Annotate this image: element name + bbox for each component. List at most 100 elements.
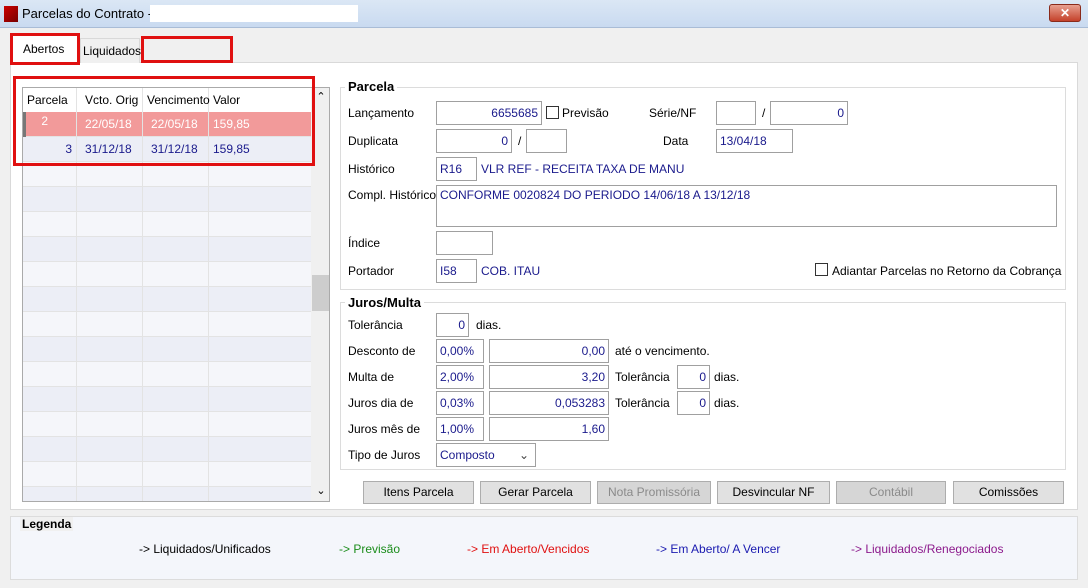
desconto-label: Desconto de — [348, 344, 416, 358]
juros-mes-pct-input[interactable]: 1,00% — [436, 417, 484, 441]
empty-cell — [209, 212, 311, 237]
nota-promissoria-button[interactable]: Nota Promissória — [597, 481, 711, 504]
empty-row — [23, 212, 311, 237]
empty-cell — [143, 312, 209, 337]
gerar-parcela-button[interactable]: Gerar Parcela — [480, 481, 591, 504]
contabil-button[interactable]: Contábil — [836, 481, 946, 504]
empty-cell — [209, 237, 311, 262]
empty-cell — [77, 337, 143, 362]
empty-cell — [77, 262, 143, 287]
empty-row — [23, 237, 311, 262]
tab-redacted[interactable] — [141, 36, 233, 63]
empty-cell — [143, 387, 209, 412]
juros-tolerancia-input[interactable]: 0 — [677, 391, 710, 415]
empty-row — [23, 387, 311, 412]
empty-cell — [23, 237, 77, 262]
close-button[interactable]: ✕ — [1049, 4, 1081, 22]
data-label: Data — [663, 134, 689, 148]
nf-input[interactable]: 0 — [770, 101, 848, 125]
tipo-juros-select[interactable]: Composto ⌄ — [436, 443, 536, 467]
adiantar-checkbox[interactable] — [815, 263, 828, 276]
duplicata-label: Duplicata — [348, 134, 399, 148]
duplicata2-input[interactable] — [526, 129, 567, 153]
empty-cell — [23, 437, 77, 462]
indice-input[interactable] — [436, 231, 493, 255]
empty-cell — [209, 312, 311, 337]
juros-dia-val-input[interactable]: 0,053283 — [489, 391, 609, 415]
juros-title: Juros/Multa — [345, 295, 424, 310]
itens-parcela-button[interactable]: Itens Parcela — [363, 481, 474, 504]
empty-cell — [143, 462, 209, 487]
serie-input[interactable] — [716, 101, 756, 125]
empty-cell — [209, 412, 311, 437]
empty-cell — [77, 412, 143, 437]
desconto-pct-input[interactable]: 0,00% — [436, 339, 484, 363]
legend-em-aberto-vencidos: -> Em Aberto/Vencidos — [467, 542, 590, 556]
empty-cell — [143, 262, 209, 287]
scroll-down-icon[interactable]: ⌄ — [313, 484, 329, 497]
portador-code-input[interactable]: I58 — [436, 259, 477, 283]
tipo-juros-label: Tipo de Juros — [348, 448, 421, 462]
empty-cell — [23, 187, 77, 212]
legend-liquidados-unificados: -> Liquidados/Unificados — [139, 542, 271, 556]
duplicata-input[interactable]: 0 — [436, 129, 512, 153]
lancamento-input[interactable]: 6655685 — [436, 101, 542, 125]
empty-cell — [77, 487, 143, 501]
tolerancia-input[interactable]: 0 — [436, 313, 469, 337]
legend-title: Legenda — [20, 517, 74, 531]
previsao-checkbox[interactable] — [546, 106, 559, 119]
empty-cell — [23, 312, 77, 337]
empty-cell — [143, 287, 209, 312]
historico-desc: VLR REF - RECEITA TAXA DE MANU — [481, 162, 685, 176]
multa-tolerancia-label: Tolerância — [615, 370, 670, 384]
empty-cell — [209, 387, 311, 412]
desconto-val-input[interactable]: 0,00 — [489, 339, 609, 363]
empty-cell — [23, 412, 77, 437]
window-title: Parcelas do Contrato - — [22, 6, 153, 21]
juros-mes-val-input[interactable]: 1,60 — [489, 417, 609, 441]
serie-nf-label: Série/NF — [649, 106, 697, 120]
tab-abertos[interactable]: Abertos — [10, 33, 80, 65]
comissoes-button[interactable]: Comissões — [953, 481, 1064, 504]
historico-code-input[interactable]: R16 — [436, 157, 477, 181]
compl-historico-input[interactable]: CONFORME 0020824 DO PERIODO 14/06/18 A 1… — [436, 185, 1057, 227]
multa-tolerancia-input[interactable]: 0 — [677, 365, 710, 389]
tab-liquidados[interactable]: Liquidados — [80, 38, 141, 63]
multa-val-input[interactable]: 3,20 — [489, 365, 609, 389]
empty-cell — [77, 237, 143, 262]
empty-cell — [77, 362, 143, 387]
multa-label: Multa de — [348, 370, 395, 384]
indice-label: Índice — [348, 236, 381, 250]
empty-cell — [209, 362, 311, 387]
redacted-contract — [150, 5, 358, 22]
empty-row — [23, 362, 311, 387]
data-input[interactable]: 13/04/18 — [716, 129, 793, 153]
dias-label: dias. — [476, 318, 502, 332]
juros-dia-pct-input[interactable]: 0,03% — [436, 391, 484, 415]
empty-cell — [143, 437, 209, 462]
empty-cell — [77, 187, 143, 212]
empty-row — [23, 437, 311, 462]
empty-cell — [23, 362, 77, 387]
lancamento-label: Lançamento — [348, 106, 415, 120]
empty-cell — [23, 212, 77, 237]
scrollbar-thumb[interactable] — [312, 275, 329, 311]
previsao-label: Previsão — [562, 106, 609, 120]
empty-cell — [23, 387, 77, 412]
juros-tolerancia-label: Tolerância — [615, 396, 670, 410]
empty-row — [23, 287, 311, 312]
multa-pct-input[interactable]: 2,00% — [436, 365, 484, 389]
empty-cell — [23, 262, 77, 287]
empty-cell — [77, 462, 143, 487]
empty-cell — [209, 187, 311, 212]
portador-label: Portador — [348, 264, 395, 278]
legend-em-aberto-a-vencer: -> Em Aberto/ A Vencer — [656, 542, 781, 556]
empty-cell — [209, 487, 311, 501]
scroll-up-icon[interactable]: ⌃ — [313, 90, 329, 103]
empty-cell — [143, 337, 209, 362]
desvincular-nf-button[interactable]: Desvincular NF — [717, 481, 830, 504]
dias-label: dias. — [714, 396, 740, 410]
empty-cell — [77, 387, 143, 412]
slash: / — [762, 106, 766, 120]
legend-liquidados-renegociados: -> Liquidados/Renegociados — [851, 542, 1004, 556]
